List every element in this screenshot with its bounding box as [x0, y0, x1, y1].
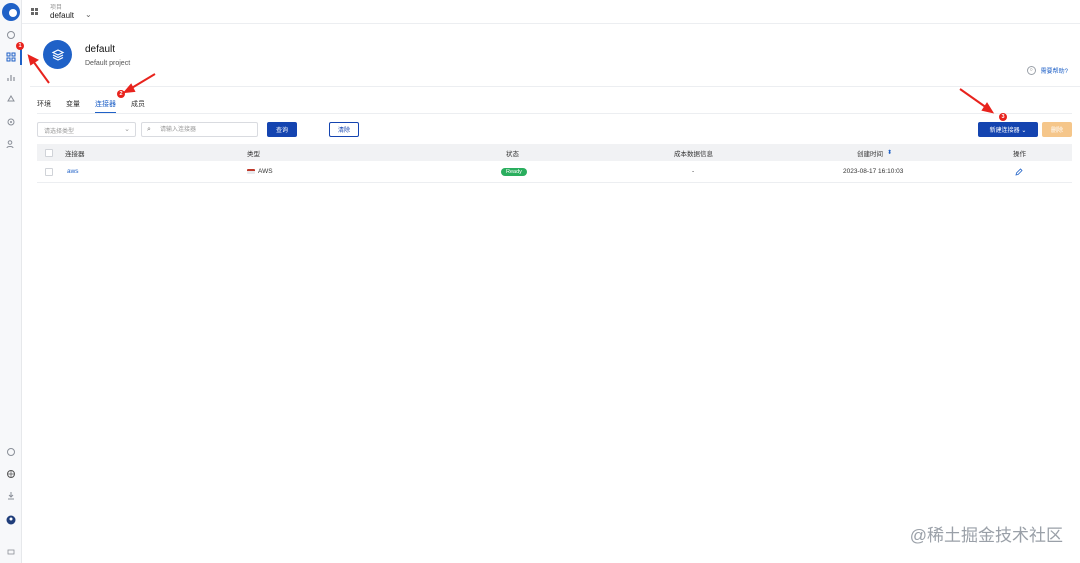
watermark: @稀土掘金技术社区: [909, 526, 1063, 545]
annotation-badge-3: 3: [999, 113, 1007, 121]
annotation-badge-1: 1: [16, 42, 24, 50]
annotation-arrows: [27, 54, 995, 114]
annotation-badge-2: 2: [117, 90, 125, 98]
